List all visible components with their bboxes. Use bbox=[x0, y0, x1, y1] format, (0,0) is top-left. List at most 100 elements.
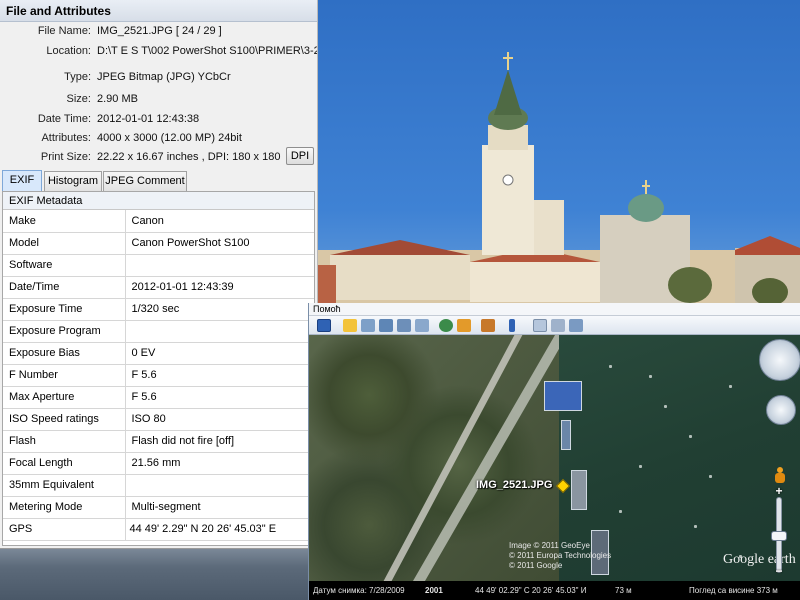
planets-icon[interactable] bbox=[481, 319, 495, 332]
buoy bbox=[709, 475, 712, 478]
panel-title: File and Attributes bbox=[0, 0, 317, 22]
info-panel: File and Attributes File Name: IMG_2521.… bbox=[0, 0, 318, 549]
gps-coordinates: 44 49' 2.29" N 20 26' 45.03" E bbox=[129, 522, 277, 535]
buoy bbox=[729, 385, 732, 388]
imagery-date: Датум снимка: 7/28/2009 bbox=[313, 586, 405, 595]
buoy bbox=[639, 465, 642, 468]
exif-key: Date/Time bbox=[3, 276, 126, 299]
elevation: 73 м bbox=[615, 586, 632, 595]
sidebar-toggle-icon[interactable] bbox=[317, 319, 331, 332]
field-file-name: File Name: IMG_2521.JPG [ 24 / 29 ] bbox=[37, 25, 222, 37]
street-view-pegman-icon[interactable] bbox=[775, 467, 785, 485]
exif-value: Flash did not fire [off] bbox=[125, 430, 314, 453]
tour-icon[interactable] bbox=[415, 319, 429, 332]
exif-row: GPS 44 49' 2.29" N 20 26' 45.03" E bbox=[3, 518, 314, 541]
exif-row: Model Canon PowerShot S100 bbox=[3, 232, 314, 255]
menu-help[interactable]: Помоћ bbox=[309, 303, 800, 316]
exif-row: F Number F 5.6 bbox=[3, 364, 314, 387]
field-type: Type: JPEG Bitmap (JPG) YCbCr bbox=[64, 71, 231, 83]
buoy bbox=[664, 405, 667, 408]
exif-key: Software bbox=[3, 254, 126, 277]
exif-row: Make Canon bbox=[3, 210, 314, 233]
boat bbox=[571, 470, 587, 510]
placemark-label[interactable]: IMG_2521.JPG bbox=[476, 479, 552, 491]
exif-row: Software bbox=[3, 254, 314, 277]
exif-key: Exposure Time bbox=[3, 298, 126, 321]
buoy bbox=[694, 525, 697, 528]
exif-value: Canon bbox=[125, 210, 314, 233]
cursor-coordinates: 44 49' 02.29" С 20 26' 45.03" И bbox=[475, 586, 587, 595]
exif-row: Exposure Bias 0 EV bbox=[3, 342, 314, 365]
eye-altitude: Поглед са висине 373 м bbox=[689, 586, 778, 595]
exif-value: 1/320 sec bbox=[125, 298, 314, 321]
exif-grid: Make Canon Model Canon PowerShot S100 Softwa… bbox=[3, 210, 314, 541]
imagery-credits: Image © 2011 GeoEye © 2011 Europa Techno… bbox=[509, 541, 612, 570]
print-icon[interactable] bbox=[551, 319, 565, 332]
buoy bbox=[619, 510, 622, 513]
zoom-slider-handle[interactable] bbox=[771, 531, 787, 541]
exif-row: Flash Flash did not fire [off] bbox=[3, 430, 314, 453]
exif-key: Exposure Program bbox=[3, 320, 126, 343]
historical-imagery-icon[interactable] bbox=[439, 319, 453, 332]
tab-jpeg-comment[interactable]: JPEG Comment bbox=[103, 171, 187, 191]
exif-key: Metering Mode bbox=[3, 496, 126, 519]
exif-row: Max Aperture F 5.6 bbox=[3, 386, 314, 409]
ruler-icon[interactable] bbox=[509, 319, 515, 332]
sun-icon[interactable] bbox=[457, 319, 471, 332]
exif-value: 21.56 mm bbox=[125, 452, 314, 475]
field-print-size: Print Size: 22.22 x 16.67 inches , DPI: … bbox=[40, 151, 281, 163]
polygon-icon[interactable] bbox=[361, 319, 375, 332]
field-size: Size: 2.90 MB bbox=[66, 93, 138, 105]
exif-key: ISO Speed ratings bbox=[3, 408, 126, 431]
dpi-button[interactable]: DPI bbox=[286, 147, 314, 165]
exif-key: Make bbox=[3, 210, 126, 233]
buoy bbox=[689, 435, 692, 438]
boat bbox=[544, 381, 582, 411]
exif-row: Focal Length 21.56 mm bbox=[3, 452, 314, 475]
earth-status-bar: Датум снимка: 7/28/2009 2001 44 49' 02.2… bbox=[309, 581, 800, 600]
history-year[interactable]: 2001 bbox=[425, 581, 443, 600]
google-maps-icon[interactable] bbox=[569, 319, 583, 332]
field-date-time: Date Time: 2012-01-01 12:43:38 bbox=[37, 113, 200, 125]
exif-value: 0 EV bbox=[125, 342, 314, 365]
google-earth-window: Помоћ IMG_2521.JPG Image © 2011 GeoEye ©… bbox=[308, 303, 800, 600]
exif-row: Exposure Time 1/320 sec bbox=[3, 298, 314, 321]
zoom-out-button[interactable]: − bbox=[771, 565, 787, 579]
exif-key: Exposure Bias bbox=[3, 342, 126, 365]
move-joystick-icon[interactable] bbox=[766, 395, 796, 425]
exif-value: Canon PowerShot S100 bbox=[125, 232, 314, 255]
exif-value bbox=[125, 320, 314, 343]
exif-key: GPS bbox=[3, 518, 126, 541]
boat bbox=[561, 420, 571, 450]
exif-key: F Number bbox=[3, 364, 126, 387]
buoy bbox=[609, 365, 612, 368]
exif-row: Date/Time 2012-01-01 12:43:39 bbox=[3, 276, 314, 299]
path-icon[interactable] bbox=[379, 319, 393, 332]
field-attributes: Attributes: 4000 x 3000 (12.00 MP) 24bit bbox=[41, 132, 242, 144]
tab-histogram[interactable]: Histogram bbox=[44, 171, 102, 191]
email-icon[interactable] bbox=[533, 319, 547, 332]
exif-key: 35mm Equivalent bbox=[3, 474, 126, 497]
exif-value bbox=[125, 474, 314, 497]
field-location: Location: D:\T E S T\002 PowerShot S100\… bbox=[46, 45, 317, 57]
river-water bbox=[0, 540, 330, 600]
buoy bbox=[649, 375, 652, 378]
exif-value bbox=[125, 254, 314, 277]
exif-row: Metering Mode Multi-segment bbox=[3, 496, 314, 519]
look-joystick-icon[interactable] bbox=[759, 339, 800, 381]
exif-row: ISO Speed ratings ISO 80 bbox=[3, 408, 314, 431]
exif-value: 44 49' 2.29" N 20 26' 45.03" E bbox=[125, 518, 314, 541]
exif-value: ISO 80 bbox=[125, 408, 314, 431]
satellite-map[interactable]: IMG_2521.JPG Image © 2011 GeoEye © 2011 … bbox=[309, 335, 800, 581]
tab-exif[interactable]: EXIF bbox=[2, 170, 42, 192]
overlay-icon[interactable] bbox=[397, 319, 411, 332]
exif-value: F 5.6 bbox=[125, 386, 314, 409]
exif-key: Flash bbox=[3, 430, 126, 453]
placemark-icon[interactable] bbox=[343, 319, 357, 332]
exif-value: F 5.6 bbox=[125, 364, 314, 387]
exif-table: EXIF Metadata Make Canon Model Canon PowerS… bbox=[2, 191, 315, 546]
exif-title: EXIF Metadata bbox=[3, 192, 314, 210]
exif-value: Multi-segment bbox=[125, 496, 314, 519]
exif-key: Model bbox=[3, 232, 126, 255]
earth-toolbar bbox=[309, 316, 800, 335]
